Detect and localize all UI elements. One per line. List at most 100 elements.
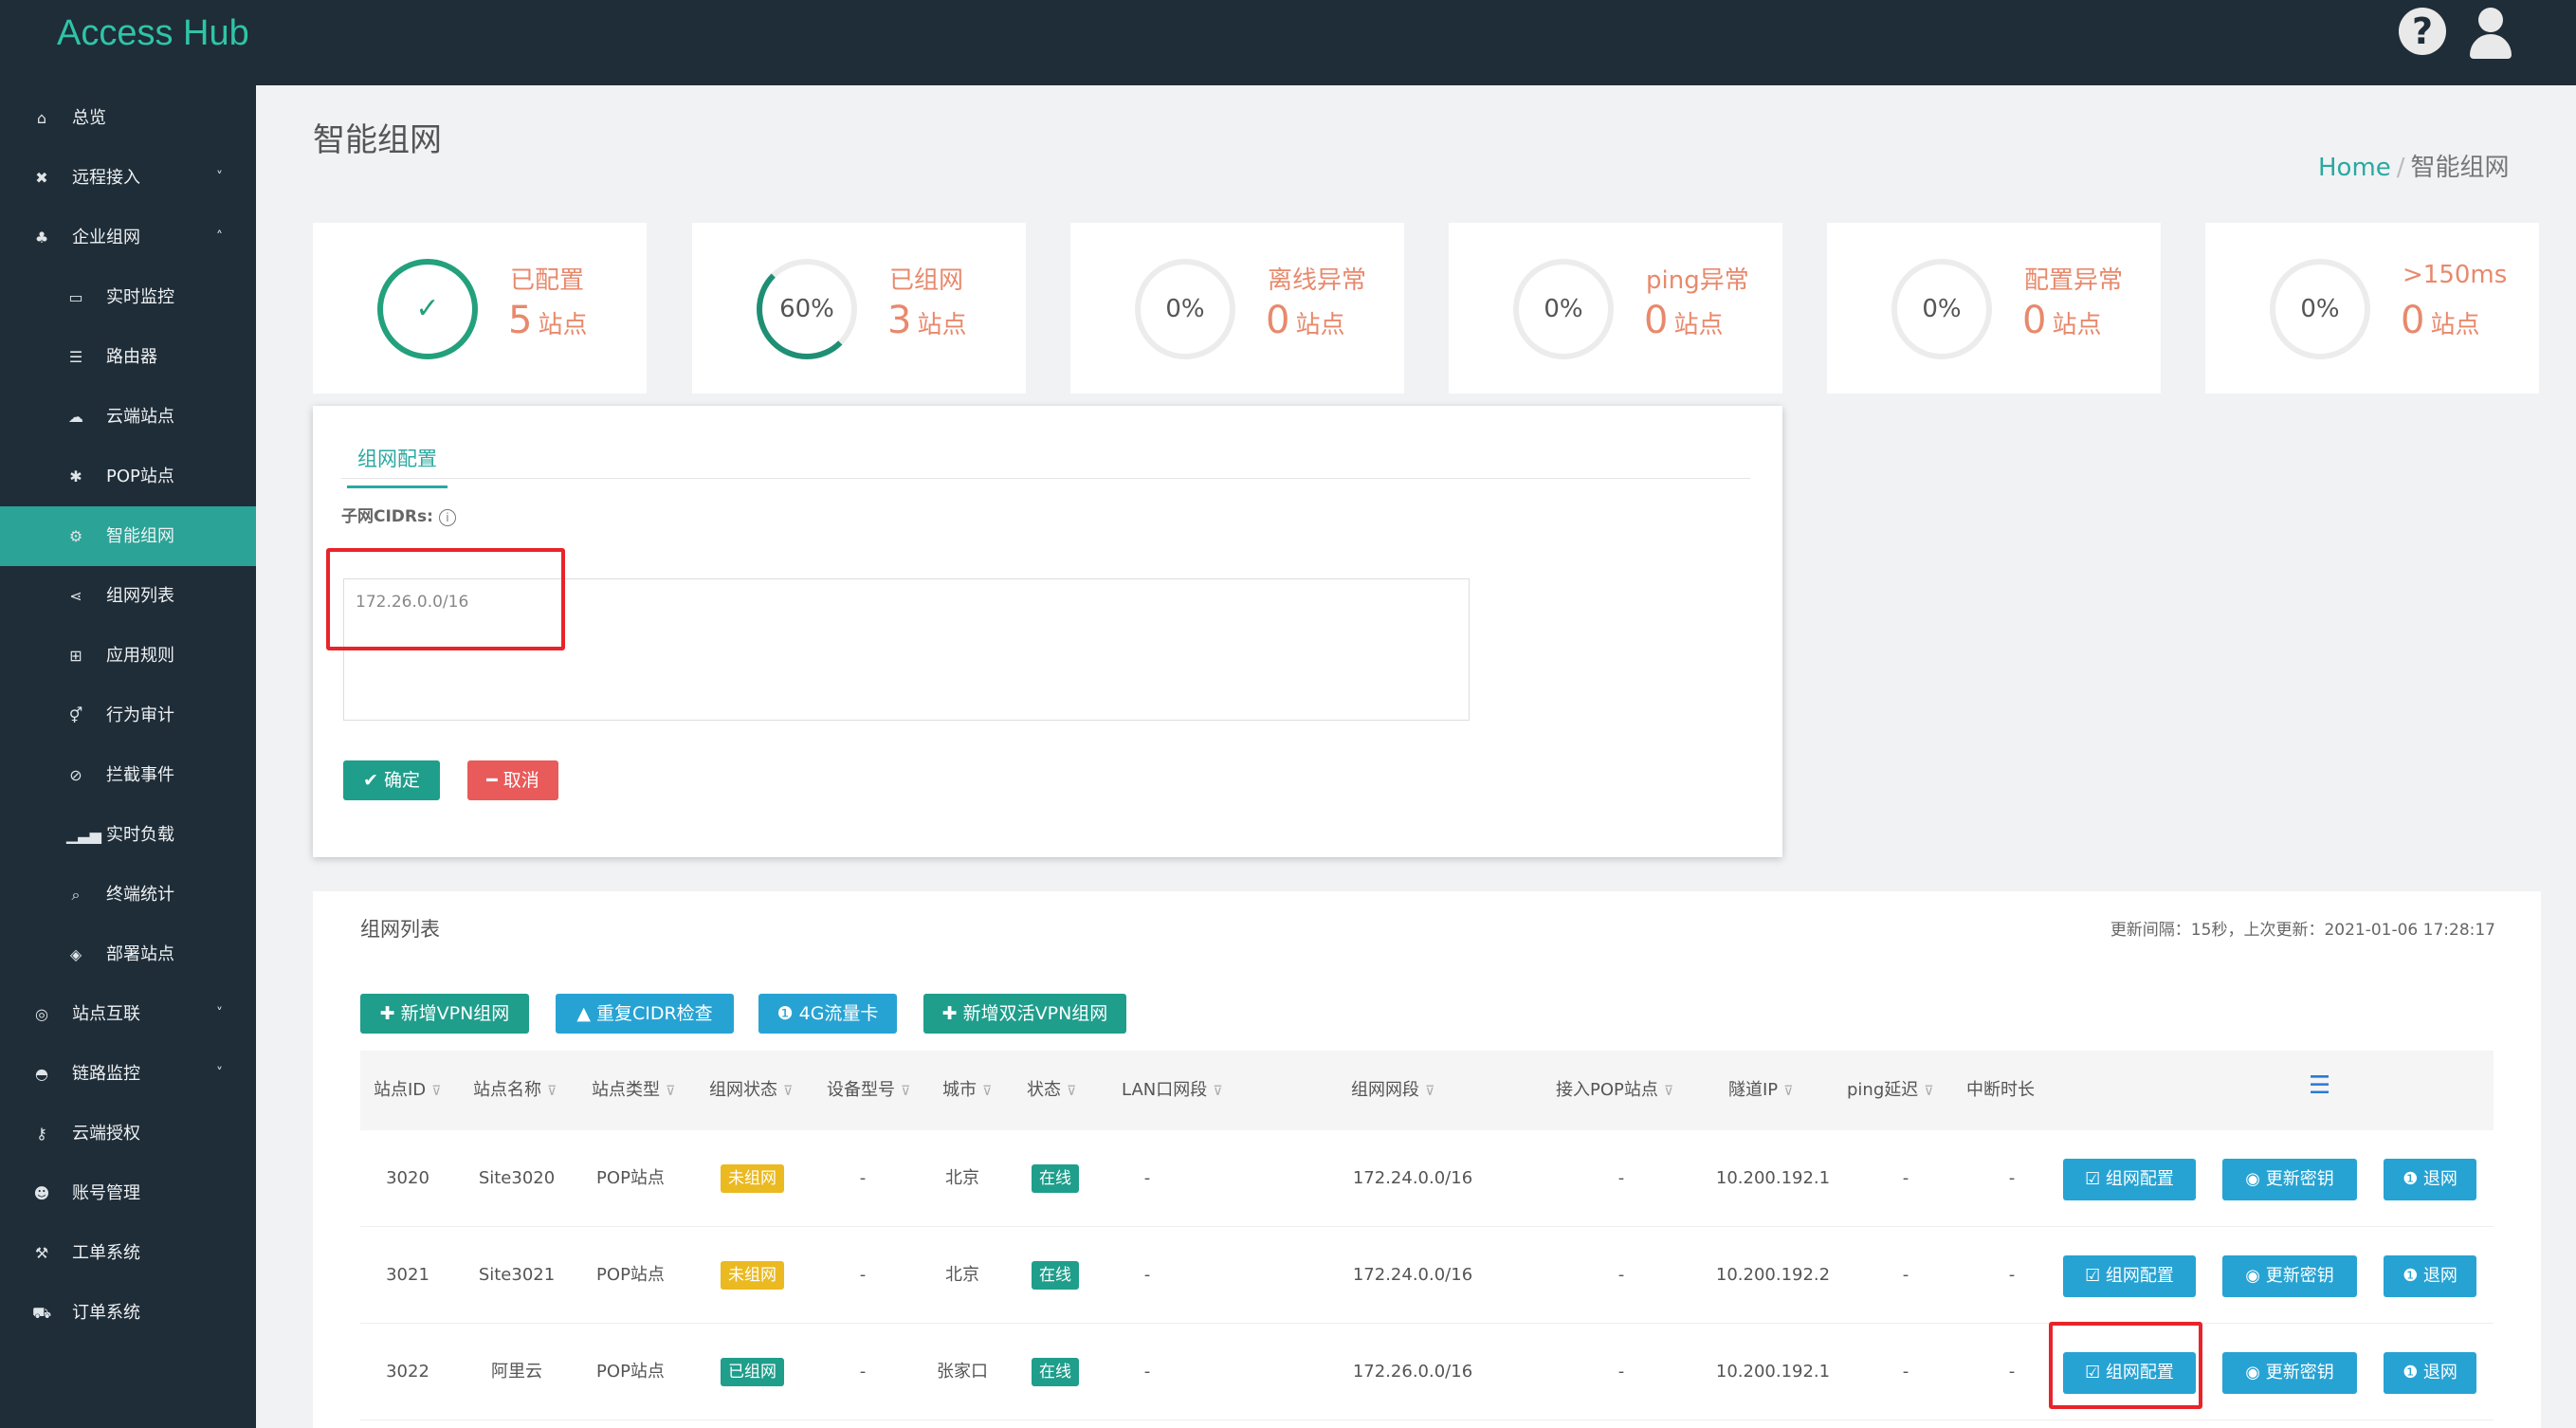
- column-header[interactable]: 状态 ⊽: [1027, 1051, 1076, 1130]
- network-config-button[interactable]: ☑ 组网配置: [2063, 1352, 2196, 1394]
- sidebar-item-account-mgmt[interactable]: ☻ 账号管理: [0, 1163, 256, 1223]
- filter-icon[interactable]: ⊽: [431, 1084, 441, 1099]
- quit-network-button[interactable]: ❶ 退网: [2384, 1255, 2476, 1297]
- breadcrumb-home-link[interactable]: Home: [2318, 154, 2391, 182]
- column-header[interactable]: 接入POP站点 ⊽: [1556, 1051, 1673, 1130]
- progress-ring: 60%: [757, 259, 857, 359]
- sidebar-item-link-monitor[interactable]: ◓ 链路监控 ˅: [0, 1044, 256, 1104]
- status-badge: 在线: [1032, 1164, 1079, 1193]
- column-settings-icon[interactable]: ☰: [2309, 1071, 2330, 1100]
- add-vpn-button[interactable]: ✚ 新增VPN组网: [360, 994, 529, 1034]
- cancel-button[interactable]: ━ 取消: [467, 760, 558, 800]
- sidebar-item-terminal-stats[interactable]: ⌕ 终端统计: [0, 865, 256, 925]
- sidebar-item-deploy-site[interactable]: ◈ 部署站点: [0, 925, 256, 984]
- cell-pop: -: [1617, 1265, 1625, 1285]
- cell-site-name: Site3020: [478, 1168, 556, 1188]
- network-list-panel: 组网列表 更新间隔：15秒，上次更新：2021-01-06 17:28:17 ✚…: [313, 891, 2541, 1428]
- top-bar: Access Hub ?: [0, 0, 2576, 85]
- sidebar-item-realtime-monitor[interactable]: ▭ 实时监控: [0, 267, 256, 327]
- stat-card-networked: 60% 已组网 3 站点: [692, 223, 1026, 394]
- home-icon: ⌂: [36, 109, 47, 127]
- cidr-textarea[interactable]: 172.26.0.0/16: [343, 578, 1470, 721]
- stat-value: 0 站点: [2401, 299, 2480, 342]
- filter-icon[interactable]: ⊽: [1783, 1084, 1793, 1099]
- cell-ping: -: [1902, 1265, 1909, 1285]
- filter-icon[interactable]: ⊽: [1924, 1084, 1933, 1099]
- sidebar-item-pop-site[interactable]: ✱ POP站点: [0, 447, 256, 506]
- asterisk-icon: ✱: [69, 467, 82, 485]
- sidebar-item-cloud-site[interactable]: ☁ 云端站点: [0, 387, 256, 447]
- app-logo[interactable]: Access Hub: [57, 13, 249, 54]
- cart-icon: ⛟: [32, 1304, 52, 1322]
- cell-site-name: Site3021: [478, 1265, 556, 1285]
- filter-icon[interactable]: ⊽: [1067, 1084, 1076, 1099]
- progress-ring: 0%: [1135, 259, 1235, 359]
- column-header[interactable]: ping延迟 ⊽: [1847, 1051, 1934, 1130]
- filter-icon[interactable]: ⊽: [1213, 1084, 1222, 1099]
- cell-lan: -: [1143, 1168, 1151, 1188]
- tab-network-config[interactable]: 组网配置: [347, 444, 448, 488]
- column-header[interactable]: 设备型号 ⊽: [827, 1051, 910, 1130]
- sidebar-item-block-events[interactable]: ⊘ 拦截事件: [0, 745, 256, 805]
- recheck-cidr-button[interactable]: ▲ 重复CIDR检查: [556, 994, 734, 1034]
- filter-icon[interactable]: ⊽: [547, 1084, 557, 1099]
- rules-icon: ⊞: [69, 647, 82, 665]
- cell-lan: -: [1143, 1362, 1151, 1382]
- cell-network: 172.26.0.0/16: [1352, 1362, 1473, 1382]
- gear-icon: ⚙: [68, 527, 83, 545]
- column-header[interactable]: 组网网段 ⊽: [1351, 1051, 1434, 1130]
- sidebar-item-enterprise-network[interactable]: ♣ 企业组网 ˄: [0, 208, 256, 267]
- status-badge: 在线: [1032, 1261, 1079, 1290]
- filter-icon[interactable]: ⊽: [1664, 1084, 1673, 1099]
- update-key-button[interactable]: ◉ 更新密钥: [2222, 1255, 2357, 1297]
- sidebar-item-app-rules[interactable]: ⊞ 应用规则: [0, 626, 256, 686]
- sidebar-item-remote-access[interactable]: ✖ 远程接入 ˅: [0, 148, 256, 208]
- progress-ring: 0%: [1891, 259, 1992, 359]
- 4g-card-button[interactable]: ❶ 4G流量卡: [758, 994, 897, 1034]
- progress-ring: 0%: [2270, 259, 2370, 359]
- column-header[interactable]: 站点类型 ⊽: [592, 1051, 675, 1130]
- sidebar-item-network-list[interactable]: ⋖ 组网列表: [0, 566, 256, 626]
- quit-network-button[interactable]: ❶ 退网: [2384, 1352, 2476, 1394]
- sidebar-item-overview[interactable]: ⌂ 总览: [0, 88, 256, 148]
- cell-site-type: POP站点: [596, 1362, 665, 1382]
- column-header[interactable]: 站点ID ⊽: [374, 1051, 441, 1130]
- network-config-button[interactable]: ☑ 组网配置: [2063, 1255, 2196, 1297]
- update-key-button[interactable]: ◉ 更新密钥: [2222, 1352, 2357, 1394]
- globe-icon: ◎: [35, 1005, 48, 1023]
- confirm-button[interactable]: ✔ 确定: [343, 760, 440, 800]
- sidebar-item-site-interconnect[interactable]: ◎ 站点互联 ˅: [0, 984, 256, 1044]
- column-header[interactable]: 组网状态 ⊽: [709, 1051, 793, 1130]
- sidebar-item-smart-network[interactable]: ⚙ 智能组网: [0, 506, 256, 566]
- info-icon[interactable]: i: [438, 509, 456, 526]
- add-dual-vpn-button[interactable]: ✚ 新增双活VPN组网: [923, 994, 1126, 1034]
- filter-icon[interactable]: ⊽: [666, 1084, 675, 1099]
- question-circle-icon[interactable]: ?: [2399, 8, 2446, 55]
- stat-label: 配置异常: [2024, 266, 2124, 295]
- filter-icon[interactable]: ⊽: [783, 1084, 793, 1099]
- filter-icon[interactable]: ⊽: [901, 1084, 910, 1099]
- column-header[interactable]: LAN口网段 ⊽: [1122, 1051, 1222, 1130]
- sidebar-item-order-system[interactable]: ⛟ 订单系统: [0, 1283, 256, 1343]
- quit-network-button[interactable]: ❶ 退网: [2384, 1159, 2476, 1200]
- column-header[interactable]: 站点名称 ⊽: [473, 1051, 557, 1130]
- network-config-button[interactable]: ☑ 组网配置: [2063, 1159, 2196, 1200]
- filter-icon[interactable]: ⊽: [982, 1084, 992, 1099]
- cell-downtime: -: [2008, 1168, 2016, 1188]
- cell-network: 172.24.0.0/16: [1352, 1168, 1473, 1188]
- update-info: 更新间隔：15秒，上次更新：2021-01-06 17:28:17: [2110, 921, 2495, 940]
- sidebar-item-behavior-audit[interactable]: ⚥ 行为审计: [0, 686, 256, 745]
- user-icon[interactable]: [2468, 8, 2513, 59]
- update-key-button[interactable]: ◉ 更新密钥: [2222, 1159, 2357, 1200]
- stat-label: ping异常: [1646, 266, 1749, 295]
- column-header[interactable]: 城市 ⊽: [942, 1051, 992, 1130]
- filter-icon[interactable]: ⊽: [1425, 1084, 1434, 1099]
- cell-site-id: 3021: [386, 1265, 429, 1285]
- column-header[interactable]: 隧道IP ⊽: [1728, 1051, 1793, 1130]
- sidebar-item-cloud-license[interactable]: ⚷ 云端授权: [0, 1104, 256, 1163]
- sidebar-item-ticket-system[interactable]: ⚒ 工单系统: [0, 1223, 256, 1283]
- sidebar-item-realtime-load[interactable]: ▁▃▅ 实时负载: [0, 805, 256, 865]
- breadcrumb-separator: /: [2396, 154, 2405, 182]
- sidebar-item-router[interactable]: ☰ 路由器: [0, 327, 256, 387]
- cell-ping: -: [1902, 1362, 1909, 1382]
